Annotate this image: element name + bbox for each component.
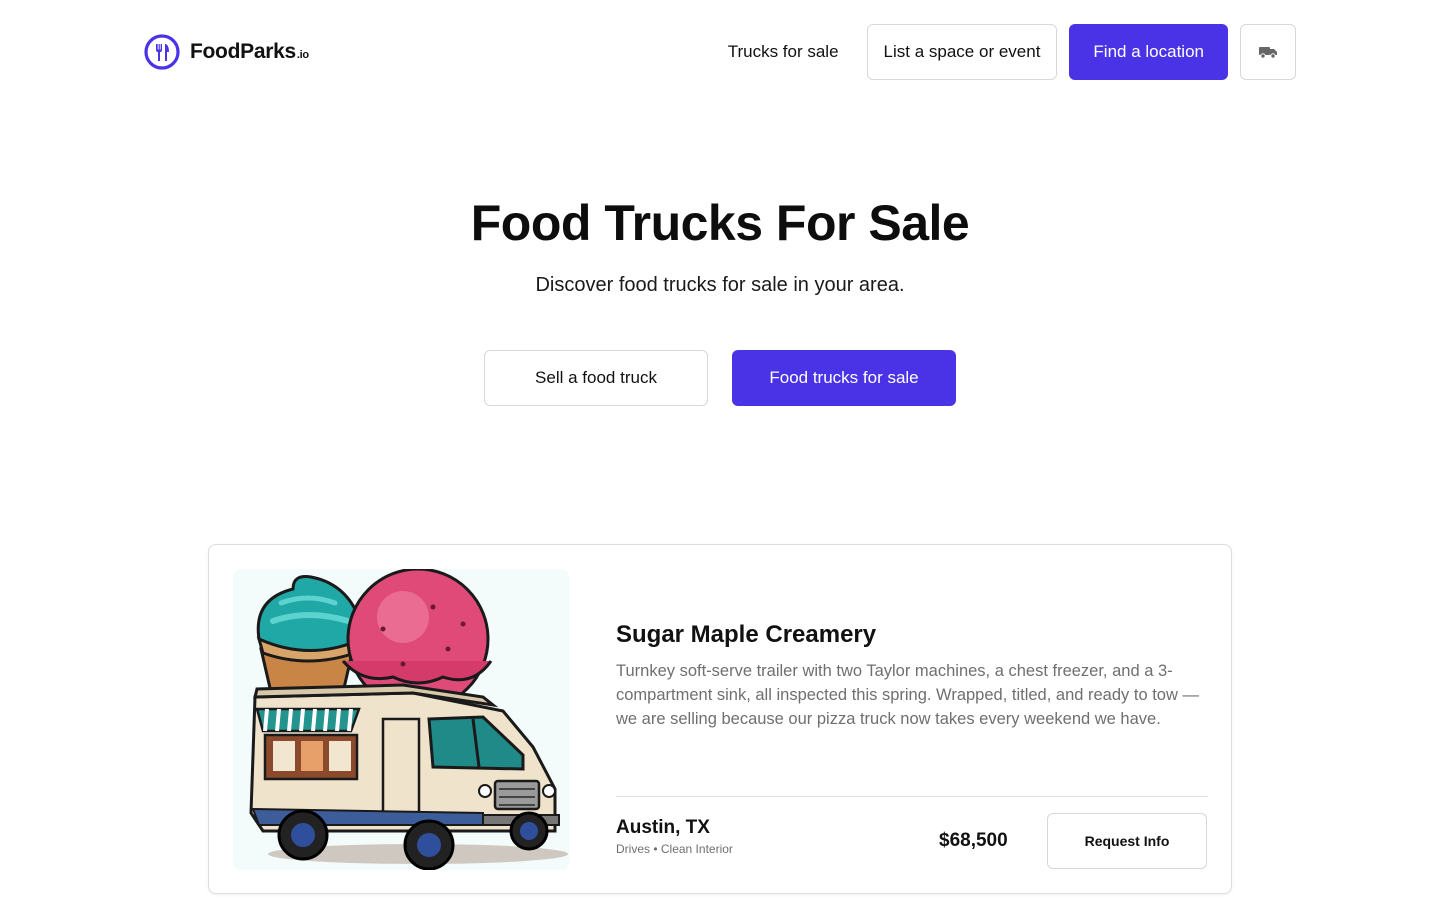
request-info-button[interactable]: Request Info xyxy=(1047,813,1207,869)
listing-description: Turnkey soft-serve trailer with two Tayl… xyxy=(616,662,1199,728)
nav-trucks-for-sale-link[interactable]: Trucks for sale xyxy=(712,24,855,80)
site-header: FoodParks .io Trucks for sale List a spac… xyxy=(0,0,1440,104)
page-title: Food Trucks For Sale xyxy=(470,195,970,251)
listing-title[interactable]: Sugar Maple Creamery xyxy=(616,621,876,649)
listing-price: $68,500 xyxy=(939,830,1008,851)
ice-cream-truck-illustration-icon xyxy=(233,569,569,870)
listing-divider xyxy=(616,796,1208,797)
list-space-button[interactable]: List a space or event xyxy=(866,24,1058,80)
find-location-button[interactable]: Find a location xyxy=(1069,24,1228,80)
food-trucks-for-sale-button[interactable]: Food trucks for sale xyxy=(732,350,956,406)
truck-icon xyxy=(1259,47,1277,59)
brand-wordmark: FoodParks .io xyxy=(190,40,309,64)
listing-image[interactable] xyxy=(233,569,569,870)
sell-food-truck-button[interactable]: Sell a food truck xyxy=(484,350,708,406)
truck-menu-button[interactable] xyxy=(1240,24,1296,80)
listing-tags: Drives • Clean Interior xyxy=(616,842,733,856)
listing-card[interactable]: Sugar Maple Creamery Turnkey soft-serve … xyxy=(208,544,1232,894)
brand-name: FoodParks xyxy=(190,40,296,63)
brand-tld: .io xyxy=(296,49,309,61)
fork-knife-logo-icon xyxy=(144,34,180,70)
brand-logo[interactable]: FoodParks .io xyxy=(144,34,309,70)
page-subtitle: Discover food trucks for sale in your ar… xyxy=(535,274,905,296)
listing-location: Austin, TX xyxy=(616,817,710,838)
main-nav: Trucks for sale List a space or event Fi… xyxy=(712,24,1296,80)
hero-actions: Sell a food truck Food trucks for sale xyxy=(484,350,956,406)
